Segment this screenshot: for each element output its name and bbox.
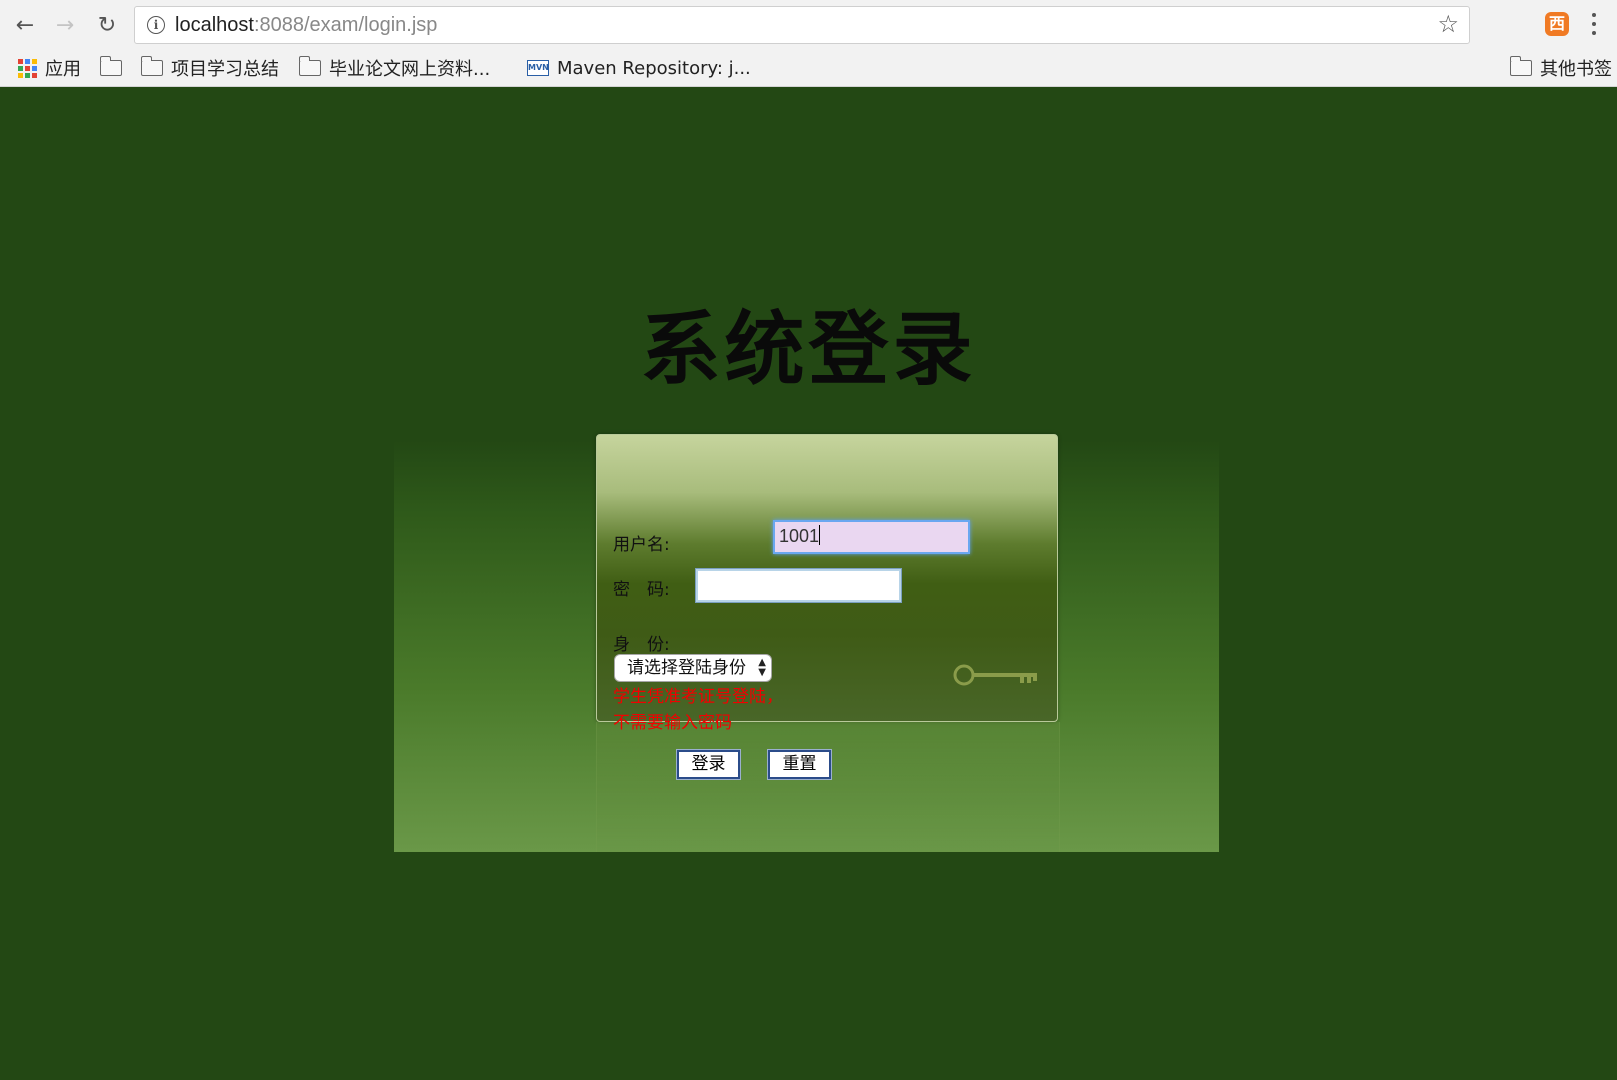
username-label: 用户名: [613,535,670,555]
info-icon[interactable]: i [147,16,165,34]
bookmark-folder-thesis[interactable]: 毕业论文网上资料... [298,55,491,81]
panel-reflection [596,722,1060,852]
forward-arrow-icon: → [55,12,75,38]
url-host: localhost [175,14,254,36]
select-arrows-icon: ▲ ▼ [758,657,766,678]
maven-icon: MVN [527,60,549,76]
folder-icon [298,56,321,76]
login-button[interactable]: 登录 [676,749,741,780]
address-bar[interactable]: i localhost:8088/exam/login.jsp ☆ [134,6,1470,44]
reload-icon: ↻ [97,12,117,38]
folder-icon [140,56,163,76]
bookmark-maven[interactable]: MVN Maven Repository: j... [527,55,751,81]
password-label: 密 码: [613,580,670,600]
folder-icon [1509,56,1532,76]
browser-toolbar: ← → ↻ i localhost:8088/exam/login.jsp ☆ … [0,0,1617,50]
star-icon[interactable]: ☆ [1437,10,1459,38]
url-path: :8088/exam/login.jsp [253,14,438,36]
bookmark-other-label: 其他书签 [1540,59,1612,80]
bookmark-folder-project[interactable]: 项目学习总结 [140,55,279,81]
key-icon [953,664,1037,686]
back-button[interactable]: ← [10,10,40,40]
role-select-value: 请选择登陆身份 [627,658,746,678]
bookmark-folder-project-label: 项目学习总结 [171,59,279,80]
page-title: 系统登录 [640,303,977,396]
bookmark-apps[interactable]: 应用 [18,55,81,81]
bookmark-folder-empty[interactable] [99,55,122,81]
forward-button[interactable]: → [50,10,80,40]
reload-button[interactable]: ↻ [92,10,122,40]
url-text[interactable]: localhost:8088/exam/login.jsp [175,14,437,37]
back-arrow-icon: ← [15,12,35,38]
password-input[interactable] [695,568,902,603]
username-input[interactable]: 1001 [773,520,970,554]
bookmark-folder-thesis-label: 毕业论文网上资料... [329,59,491,80]
username-value: 1001 [779,526,820,546]
login-warning: 学生凭准考证号登陆，不需要输入密码 [613,687,783,733]
bookmark-maven-label: Maven Repository: j... [557,57,751,79]
bookmark-apps-label: 应用 [45,59,81,80]
folder-icon [99,56,122,76]
menu-icon[interactable] [1590,10,1598,38]
extension-icon[interactable]: 西 [1545,12,1569,36]
reset-button[interactable]: 重置 [767,749,832,780]
bookmarks-bar: 应用 项目学习总结 毕业论文网上资料... MVN Maven Reposito… [0,50,1617,87]
bookmark-other[interactable]: 其他书签 [1509,55,1612,81]
apps-icon [18,58,37,78]
role-label: 身 份: [613,635,670,655]
role-select[interactable]: 请选择登陆身份 ▲ ▼ [614,654,772,682]
